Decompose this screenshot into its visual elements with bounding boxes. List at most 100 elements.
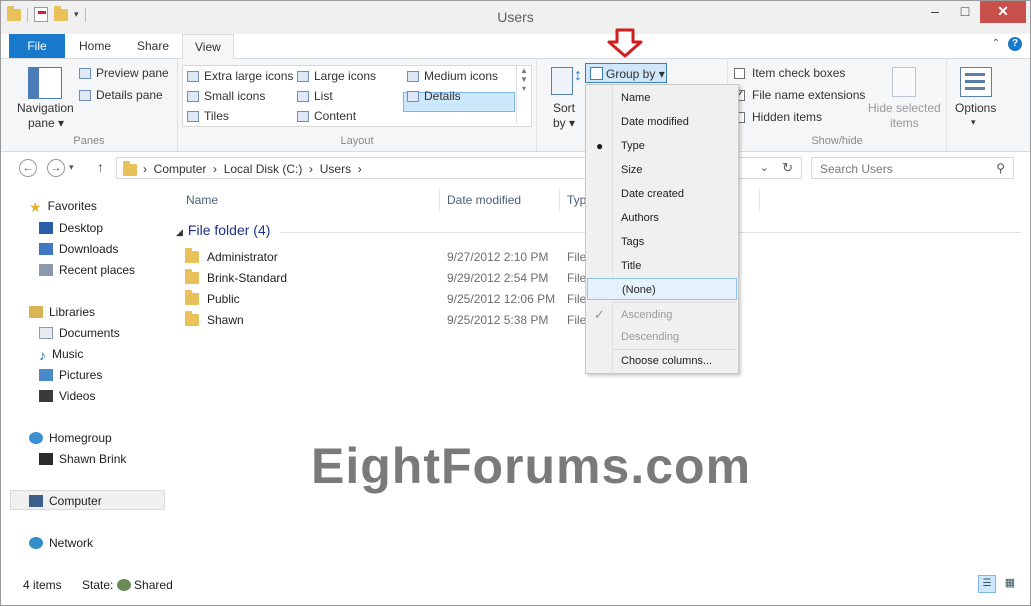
column-divider[interactable] [759, 189, 760, 211]
minimize-button[interactable]: – [920, 1, 950, 23]
nav-videos[interactable]: Videos [39, 386, 95, 406]
location-folder-icon [123, 161, 137, 176]
layout-gallery-scrollbar[interactable]: ▲ ▼ ▾ [516, 66, 531, 124]
item-check-boxes-checkbox[interactable] [734, 68, 745, 79]
close-button[interactable]: ✕ [980, 1, 1026, 23]
nav-music[interactable]: ♪ Music [39, 344, 83, 364]
title-bar: ▾ Users – □ ✕ [1, 1, 1030, 34]
nav-pictures[interactable]: Pictures [39, 365, 102, 385]
layout-small-icons[interactable]: Small icons [187, 89, 265, 103]
hide-selected-items-button[interactable]: Hide selected items [866, 65, 942, 130]
search-icon[interactable]: ⚲ [996, 161, 1005, 175]
nav-computer[interactable]: Computer [29, 491, 102, 511]
layout-medium-icons[interactable]: Medium icons [407, 69, 498, 83]
preview-pane-button[interactable]: Preview pane [79, 66, 169, 80]
sort-icon [551, 67, 573, 95]
hidden-items-toggle[interactable]: Hidden items [734, 110, 822, 124]
column-divider[interactable] [439, 189, 440, 211]
small-icons-icon [187, 91, 199, 102]
sharing-state: State: Shared [82, 578, 173, 592]
menu-item-authors[interactable]: Authors [586, 207, 738, 229]
column-header-name[interactable]: Name [186, 193, 218, 207]
help-icon[interactable]: ? [1008, 37, 1022, 51]
up-button[interactable]: ↑ [97, 159, 104, 175]
collapse-ribbon-icon[interactable]: ⌃ [992, 38, 1000, 49]
show-hide-group-label: Show/hide [811, 135, 863, 147]
file-date: 9/25/2012 12:06 PM [447, 292, 556, 306]
forward-button[interactable]: → [47, 159, 65, 177]
column-divider[interactable] [559, 189, 560, 211]
search-box[interactable]: Search Users ⚲ [811, 157, 1014, 179]
nav-homegroup[interactable]: Homegroup [29, 428, 112, 448]
menu-item-choose-columns[interactable]: Choose columns... [586, 350, 738, 372]
details-view-button[interactable]: ☰ [978, 575, 996, 593]
file-name: Brink-Standard [207, 271, 288, 285]
breadcrumb-local-disk[interactable]: Local Disk (C:) [224, 162, 303, 176]
column-header-date-modified[interactable]: Date modified [447, 193, 521, 207]
tab-file[interactable]: File [9, 34, 65, 58]
desktop-icon [39, 222, 53, 234]
layout-list[interactable]: List [297, 89, 333, 103]
layout-tiles[interactable]: Tiles [187, 109, 229, 123]
menu-item-date-created[interactable]: Date created [586, 183, 738, 205]
table-row[interactable]: Administrator [185, 247, 278, 267]
homegroup-icon [29, 432, 43, 444]
list-icon [297, 91, 309, 102]
menu-item-none[interactable]: (None) [587, 278, 737, 300]
sort-arrow-icon: ↕ [574, 67, 582, 84]
column-header-type[interactable]: Typ [567, 193, 586, 207]
refresh-icon[interactable]: ↻ [782, 160, 793, 176]
nav-desktop[interactable]: Desktop [39, 218, 103, 238]
sort-by-button[interactable]: ↕ Sort by ▾ [545, 65, 585, 130]
address-dropdown-icon[interactable]: ⌄ [760, 161, 769, 174]
nav-shawn-brink[interactable]: Shawn Brink [39, 449, 126, 469]
tab-home[interactable]: Home [67, 34, 123, 58]
navigation-pane-button[interactable]: Navigation pane ▾ [13, 65, 75, 130]
menu-item-tags[interactable]: Tags [586, 231, 738, 253]
nav-recent-places[interactable]: Recent places [39, 260, 135, 280]
table-row[interactable]: Public [185, 289, 240, 309]
group-by-button[interactable]: Group by ▾ [585, 63, 667, 83]
tab-share[interactable]: Share [125, 34, 181, 58]
layout-large-icons[interactable]: Large icons [297, 69, 376, 83]
breadcrumb-computer[interactable]: Computer [154, 162, 207, 176]
nav-favorites[interactable]: ★ Favorites [29, 196, 97, 216]
group-header[interactable]: ◢ File folder (4) [176, 222, 270, 238]
breadcrumb: › Computer › Local Disk (C:) › Users › [143, 162, 362, 176]
menu-item-type[interactable]: ● Type [586, 135, 738, 157]
file-name-extensions-toggle[interactable]: File name extensions [734, 88, 865, 102]
nav-libraries[interactable]: Libraries [29, 302, 95, 322]
layout-gallery: Extra large icons Large icons Medium ico… [182, 65, 532, 127]
options-button[interactable]: Options ▾ [949, 65, 1003, 129]
nav-network[interactable]: Network [29, 533, 93, 553]
menu-item-title[interactable]: Title [586, 255, 738, 277]
group-by-menu: Name Date modified ● Type Size Date creat… [585, 84, 739, 374]
tab-view[interactable]: View [182, 34, 234, 59]
file-type: File [567, 292, 587, 306]
star-icon: ★ [29, 199, 42, 215]
menu-item-ascending[interactable]: ✓ Ascending [586, 304, 738, 326]
layout-details[interactable]: Details [407, 89, 461, 103]
table-row[interactable]: Brink-Standard [185, 268, 287, 288]
watermark: EightForums.com [311, 438, 752, 494]
menu-item-size[interactable]: Size [586, 159, 738, 181]
details-pane-button[interactable]: Details pane [79, 88, 163, 102]
nav-documents[interactable]: Documents [39, 323, 120, 343]
maximize-button[interactable]: □ [950, 1, 980, 23]
menu-item-date-modified[interactable]: Date modified [586, 111, 738, 133]
table-row[interactable]: Shawn [185, 310, 244, 330]
large-icons-view-button[interactable]: ▦ [1001, 575, 1019, 593]
collapse-group-icon[interactable]: ◢ [176, 227, 183, 237]
nav-downloads[interactable]: Downloads [39, 239, 118, 259]
item-check-boxes-toggle[interactable]: Item check boxes [734, 66, 845, 80]
layout-content[interactable]: Content [297, 109, 356, 123]
breadcrumb-users[interactable]: Users [320, 162, 351, 176]
menu-item-descending[interactable]: Descending [586, 326, 738, 348]
menu-item-name[interactable]: Name [586, 87, 738, 109]
panes-group: Navigation pane ▾ Preview pane Details p… [1, 59, 178, 151]
explorer-window: ▾ Users – □ ✕ File Home Share View ⌃ ? N… [0, 0, 1031, 606]
layout-extra-large-icons[interactable]: Extra large icons [187, 69, 293, 83]
back-button[interactable]: ← [19, 159, 37, 177]
recent-locations-icon[interactable]: ▾ [69, 162, 74, 173]
status-bar: 4 items State: Shared ☰ ▦ [1, 570, 1030, 600]
